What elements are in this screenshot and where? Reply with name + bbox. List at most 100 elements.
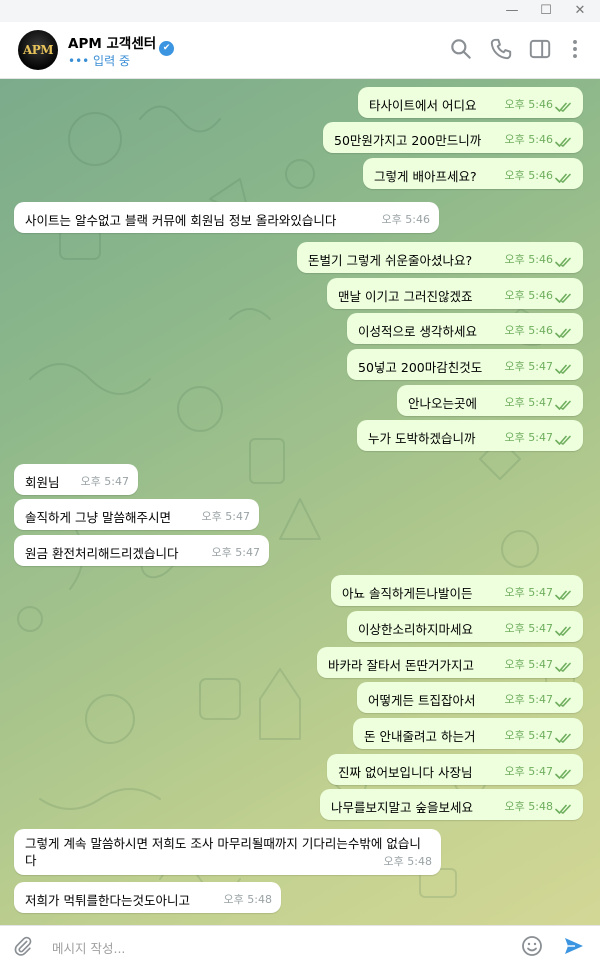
message-text: 진짜 없어보입니다 사장님: [338, 765, 473, 780]
read-receipt-icon: [555, 697, 571, 707]
message-time: 오후 5:46: [381, 213, 430, 226]
outgoing-message[interactable]: 바카라 잘타서 돈딴거가지고 오후 5:47: [317, 647, 583, 678]
message-time: 오후 5:47: [80, 475, 129, 488]
message-text: 안나오는곳에: [408, 396, 478, 411]
message-time: 오후 5:48: [383, 855, 432, 868]
outgoing-message[interactable]: 안나오는곳에 오후 5:47: [397, 385, 583, 416]
message-text: 원금 환전처리해드리겠습니다: [25, 546, 179, 561]
message-text: 이성적으로 생각하세요: [358, 324, 477, 339]
outgoing-message[interactable]: 50넣고 200마감친것도 오후 5:47: [347, 349, 583, 380]
read-receipt-icon: [555, 328, 571, 338]
outgoing-message[interactable]: 돈벌기 그렇게 쉬운줄아셨나요? 오후 5:46: [297, 242, 583, 273]
message-text: 맨날 이기고 그러진않겠죠: [338, 289, 473, 304]
message-text: 회원님: [25, 475, 60, 490]
message-time: 오후 5:46: [504, 169, 553, 182]
message-text: 돈벌기 그렇게 쉬운줄아셨나요?: [308, 253, 473, 268]
read-receipt-icon: [555, 626, 571, 636]
read-receipt-icon: [555, 293, 571, 303]
outgoing-message[interactable]: 돈 안내줄려고 하는거 오후 5:47: [353, 718, 583, 749]
sidebar-toggle-icon[interactable]: [527, 36, 553, 62]
message-text: 50넣고 200마감친것도: [358, 360, 483, 375]
message-text: 돈 안내줄려고 하는거: [364, 729, 476, 744]
message-text: 저희가 먹튀를한다는것도아니고: [25, 893, 190, 908]
message-text: 타사이트에서 어디요: [369, 98, 477, 113]
chat-title-text: APM 고객센터: [68, 36, 157, 52]
close-button[interactable]: ✕: [564, 0, 596, 22]
read-receipt-icon: [555, 804, 571, 814]
phone-icon[interactable]: [488, 36, 514, 62]
outgoing-message[interactable]: 나무를보지말고 숲을보세요 오후 5:48: [320, 789, 583, 820]
read-receipt-icon: [555, 257, 571, 267]
message-time: 오후 5:46: [504, 133, 553, 146]
verified-icon: ✔: [159, 41, 175, 56]
outgoing-message[interactable]: 그렇게 배아프세요? 오후 5:46: [363, 158, 583, 189]
message-time: 오후 5:47: [211, 546, 260, 559]
send-icon[interactable]: [562, 934, 586, 958]
message-text: 50만원가지고 200만드니까: [334, 133, 482, 148]
outgoing-message[interactable]: 어떻게든 트집잡아서 오후 5:47: [357, 682, 583, 713]
incoming-message[interactable]: 원금 환전처리해드리겠습니다 오후 5:47: [14, 535, 269, 566]
incoming-message[interactable]: 그렇게 계속 말씀하시면 저희도 조사 마무리될때까지 기다리는수밖에 없습니다…: [14, 829, 441, 875]
read-receipt-icon: [555, 400, 571, 410]
message-text: 나무를보지말고 숲을보세요: [331, 800, 473, 815]
message-time: 오후 5:46: [504, 98, 553, 111]
outgoing-message[interactable]: 맨날 이기고 그러진않겠죠 오후 5:46: [327, 278, 583, 309]
message-time: 오후 5:48: [504, 800, 553, 813]
message-text: 사이트는 알수없고 블랙 커뮤에 회원님 정보 올라와있습니다: [25, 213, 337, 228]
message-time: 오후 5:47: [504, 431, 553, 444]
read-receipt-icon: [555, 662, 571, 672]
outgoing-message[interactable]: 이성적으로 생각하세요 오후 5:46: [347, 313, 583, 344]
emoji-icon[interactable]: [520, 934, 544, 958]
window-titlebar: — ☐ ✕: [0, 0, 600, 23]
outgoing-message[interactable]: 타사이트에서 어디요 오후 5:46: [358, 87, 583, 118]
message-time: 오후 5:47: [504, 360, 553, 373]
read-receipt-icon: [555, 102, 571, 112]
chat-header: APM APM 고객센터 ✔ ••• 입력 중: [0, 22, 600, 79]
message-time: 오후 5:47: [504, 622, 553, 635]
message-time: 오후 5:46: [504, 289, 553, 302]
message-text: 솔직하게 그냥 말씀해주시면: [25, 510, 171, 525]
message-time: 오후 5:46: [504, 253, 553, 266]
message-time: 오후 5:47: [504, 658, 553, 671]
message-text: 바카라 잘타서 돈딴거가지고: [328, 658, 474, 673]
outgoing-message[interactable]: 누가 도박하겠습니까 오후 5:47: [357, 420, 583, 451]
avatar[interactable]: APM: [18, 30, 58, 70]
attach-icon[interactable]: [12, 935, 34, 957]
read-receipt-icon: [555, 137, 571, 147]
outgoing-message[interactable]: 50만원가지고 200만드니까 오후 5:46: [323, 122, 583, 153]
message-text: 어떻게든 트집잡아서: [368, 693, 476, 708]
read-receipt-icon: [555, 364, 571, 374]
message-time: 오후 5:47: [504, 586, 553, 599]
incoming-message[interactable]: 사이트는 알수없고 블랙 커뮤에 회원님 정보 올라와있습니다 오후 5:46: [14, 202, 439, 233]
incoming-message[interactable]: 회원님 오후 5:47: [14, 464, 138, 495]
message-text: 아뇨 솔직하게든나발이든: [342, 586, 473, 601]
message-text: 그렇게 배아프세요?: [374, 169, 477, 184]
message-time: 오후 5:48: [223, 893, 272, 906]
message-time: 오후 5:47: [504, 765, 553, 778]
message-text: 누가 도박하겠습니까: [368, 431, 476, 446]
message-time: 오후 5:46: [504, 324, 553, 337]
read-receipt-icon: [555, 733, 571, 743]
incoming-message[interactable]: 솔직하게 그냥 말씀해주시면 오후 5:47: [14, 499, 259, 530]
more-icon[interactable]: [562, 36, 588, 62]
incoming-message[interactable]: 저희가 먹튀를한다는것도아니고 오후 5:48: [14, 882, 281, 913]
read-receipt-icon: [555, 769, 571, 779]
message-text: 이상한소리하지마세요: [358, 622, 474, 637]
message-time: 오후 5:47: [504, 693, 553, 706]
search-icon[interactable]: [448, 36, 474, 62]
message-composer: 메시지 작성...: [0, 925, 600, 964]
typing-status: ••• 입력 중: [68, 54, 130, 68]
outgoing-message[interactable]: 이상한소리하지마세요 오후 5:47: [347, 611, 583, 642]
read-receipt-icon: [555, 590, 571, 600]
message-time: 오후 5:47: [201, 510, 250, 523]
message-text: 그렇게 계속 말씀하시면 저희도 조사 마무리될때까지 기다리는수밖에 없습니다: [25, 836, 421, 868]
maximize-button[interactable]: ☐: [530, 0, 562, 22]
message-time: 오후 5:47: [504, 396, 553, 409]
chat-area[interactable]: 타사이트에서 어디요 오후 5:46 50만원가지고 200만드니까 오후 5:46 그…: [0, 79, 600, 925]
read-receipt-icon: [555, 435, 571, 445]
message-input[interactable]: 메시지 작성...: [52, 938, 125, 957]
outgoing-message[interactable]: 아뇨 솔직하게든나발이든 오후 5:47: [331, 575, 583, 606]
minimize-button[interactable]: —: [496, 0, 528, 22]
read-receipt-icon: [555, 173, 571, 183]
outgoing-message[interactable]: 진짜 없어보입니다 사장님 오후 5:47: [327, 754, 583, 785]
